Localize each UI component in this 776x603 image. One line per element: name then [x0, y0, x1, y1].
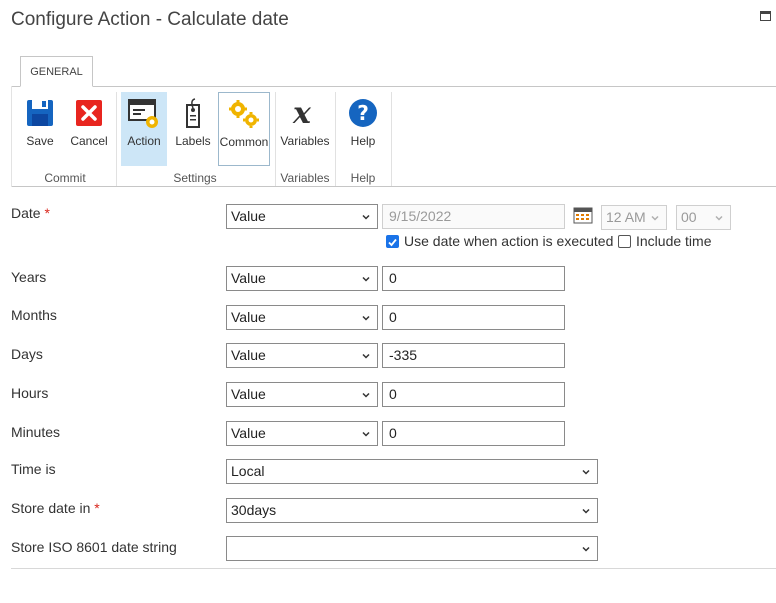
- chevron-down-icon: [362, 431, 370, 437]
- chevron-down-icon: [362, 353, 370, 359]
- chevron-down-icon: [362, 392, 370, 398]
- action-label: Action: [127, 134, 161, 148]
- chevron-down-icon: [582, 508, 590, 514]
- tag-icon: [178, 97, 208, 134]
- chevron-down-icon: [362, 315, 370, 321]
- use-exec-date-label: Use date when action is executed: [404, 233, 614, 249]
- minutes-label: Minutes: [11, 424, 61, 440]
- minutes-type-select[interactable]: Value: [226, 421, 378, 446]
- help-button[interactable]: ? Help: [340, 92, 386, 166]
- dialog-title: Configure Action - Calculate date: [11, 9, 289, 30]
- hours-label: Hours: [11, 385, 49, 401]
- help-label: Help: [350, 134, 376, 148]
- include-time-label: Include time: [636, 233, 712, 249]
- store-date-select[interactable]: 30days: [226, 498, 598, 523]
- years-type-select[interactable]: Value: [226, 266, 378, 291]
- variable-x-icon: x: [289, 96, 321, 132]
- gears-icon: [227, 98, 261, 133]
- use-exec-date-checkbox[interactable]: [386, 235, 399, 248]
- store-iso-select[interactable]: [226, 536, 598, 561]
- action-icon: [127, 97, 161, 134]
- hour-select[interactable]: 12 AM: [601, 205, 667, 230]
- store-date-label: Store date in *: [11, 500, 100, 516]
- cancel-button[interactable]: Cancel: [66, 92, 112, 166]
- chevron-down-icon: [582, 546, 590, 552]
- cancel-label: Cancel: [70, 134, 108, 148]
- variables-button[interactable]: x Variables: [280, 92, 330, 166]
- variables-label: Variables: [280, 134, 330, 148]
- date-input[interactable]: 9/15/2022: [382, 204, 565, 229]
- minutes-input[interactable]: 0: [382, 421, 565, 446]
- labels-label: Labels: [175, 134, 211, 148]
- svg-text:?: ?: [357, 101, 369, 125]
- svg-text:x: x: [292, 97, 312, 129]
- hours-type-select[interactable]: Value: [226, 382, 378, 407]
- time-is-label: Time is: [11, 461, 56, 477]
- chevron-down-icon: [651, 215, 659, 221]
- date-label: Date *: [11, 205, 50, 221]
- days-label: Days: [11, 346, 43, 362]
- months-input[interactable]: 0: [382, 305, 565, 330]
- help-icon: ?: [347, 97, 379, 132]
- date-type-select[interactable]: Value: [226, 204, 378, 229]
- save-label: Save: [26, 134, 54, 148]
- save-button[interactable]: Save: [18, 92, 62, 166]
- group-help: Help: [350, 171, 376, 185]
- group-variables: Variables: [280, 171, 330, 185]
- months-type-select[interactable]: Value: [226, 305, 378, 330]
- days-input[interactable]: -335: [382, 343, 565, 368]
- chevron-down-icon: [582, 469, 590, 475]
- time-is-select[interactable]: Local: [226, 459, 598, 484]
- years-label: Years: [11, 269, 47, 285]
- group-settings: Settings: [173, 171, 217, 185]
- group-commit: Commit: [44, 171, 86, 185]
- common-label: Common: [219, 135, 269, 149]
- days-type-select[interactable]: Value: [226, 343, 378, 368]
- ribbon-edge: [11, 86, 12, 187]
- tab-general[interactable]: GENERAL: [20, 56, 93, 87]
- store-iso-label: Store ISO 8601 date string: [11, 539, 177, 555]
- divider: [11, 568, 776, 569]
- ribbon-separator: [116, 92, 117, 186]
- hours-input[interactable]: 0: [382, 382, 565, 407]
- checkmark-icon: [388, 238, 397, 247]
- minute-select[interactable]: 00: [676, 205, 731, 230]
- labels-button[interactable]: Labels: [171, 92, 215, 166]
- ribbon-separator: [391, 92, 392, 186]
- action-button[interactable]: Action: [121, 92, 167, 166]
- save-icon: [24, 97, 56, 132]
- chevron-down-icon: [362, 214, 370, 220]
- common-button[interactable]: Common: [218, 92, 270, 166]
- close-icon: [73, 97, 105, 132]
- years-input[interactable]: 0: [382, 266, 565, 291]
- maximize-icon[interactable]: [760, 11, 771, 21]
- chevron-down-icon: [715, 215, 723, 221]
- include-time-checkbox[interactable]: [618, 235, 631, 248]
- months-label: Months: [11, 307, 57, 323]
- chevron-down-icon: [362, 276, 370, 282]
- calendar-icon[interactable]: [573, 207, 593, 227]
